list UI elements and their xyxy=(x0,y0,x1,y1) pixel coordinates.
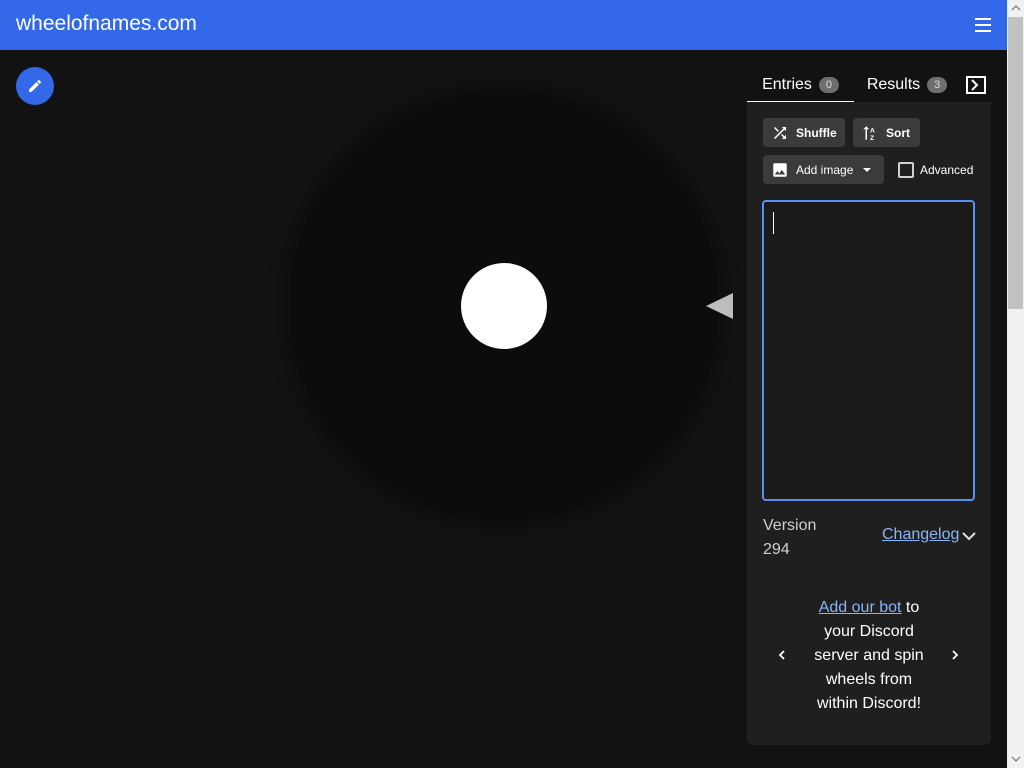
tab-entries[interactable]: Entries 0 xyxy=(747,68,854,103)
svg-text:Z: Z xyxy=(870,134,874,141)
add-bot-link[interactable]: Add our bot xyxy=(819,599,902,616)
wheel-center-hub[interactable] xyxy=(461,263,547,349)
changelog-link[interactable]: Changelog xyxy=(882,526,959,544)
sort-icon: A Z xyxy=(863,125,875,141)
chevron-left-icon[interactable] xyxy=(777,648,787,662)
results-count-badge: 3 xyxy=(927,76,948,93)
menu-icon[interactable] xyxy=(975,18,991,32)
version-info: Version 294 xyxy=(763,514,816,562)
image-icon xyxy=(773,162,787,177)
shuffle-button[interactable]: Shuffle xyxy=(763,118,845,147)
tab-results[interactable]: Results 3 xyxy=(862,68,952,101)
svg-text:A: A xyxy=(870,127,875,134)
chevron-right-icon[interactable] xyxy=(950,648,960,662)
promo-text-2: your Discord xyxy=(824,623,914,640)
version-label: Version xyxy=(763,517,817,534)
panel-tabs: Entries 0 Results 3 xyxy=(747,68,992,103)
scroll-down-icon[interactable] xyxy=(1011,755,1021,763)
add-image-label: Add image xyxy=(796,162,854,177)
version-number: 294 xyxy=(763,541,790,558)
collapse-panel-icon[interactable] xyxy=(966,76,986,94)
pencil-icon xyxy=(29,79,42,92)
top-app-bar: wheelofnames.com xyxy=(0,0,1007,50)
caret-down-icon xyxy=(863,167,872,172)
advanced-label: Advanced xyxy=(920,163,974,177)
wheel-pointer-icon xyxy=(706,293,733,319)
chevron-down-icon[interactable] xyxy=(961,528,977,544)
scroll-up-icon[interactable] xyxy=(1011,4,1021,12)
entries-textarea[interactable] xyxy=(762,200,975,501)
entries-count-badge: 0 xyxy=(818,76,839,93)
text-caret xyxy=(773,212,774,234)
sort-button[interactable]: A Z Sort xyxy=(853,118,920,147)
entries-panel: Shuffle A Z Sort Add image Advanced Vers… xyxy=(747,102,991,745)
edit-wheel-button[interactable] xyxy=(16,67,54,105)
promo-text-5: within Discord! xyxy=(816,695,922,712)
site-title[interactable]: wheelofnames.com xyxy=(16,12,197,36)
scrollbar-thumb[interactable] xyxy=(1008,17,1023,309)
sort-label: Sort xyxy=(886,125,910,140)
advanced-checkbox[interactable] xyxy=(898,162,914,178)
shuffle-icon xyxy=(774,126,786,139)
promo-text-1: to xyxy=(901,599,920,616)
tab-entries-label: Entries xyxy=(762,75,812,93)
tab-results-label: Results xyxy=(866,75,921,93)
promo-text-4: wheels from xyxy=(825,671,913,688)
promo-text-3: server and spin xyxy=(814,647,924,664)
add-image-button[interactable]: Add image xyxy=(763,155,884,184)
discord-promo: Add our bot to your Discord server and s… xyxy=(805,596,933,716)
shuffle-label: Shuffle xyxy=(796,125,837,140)
